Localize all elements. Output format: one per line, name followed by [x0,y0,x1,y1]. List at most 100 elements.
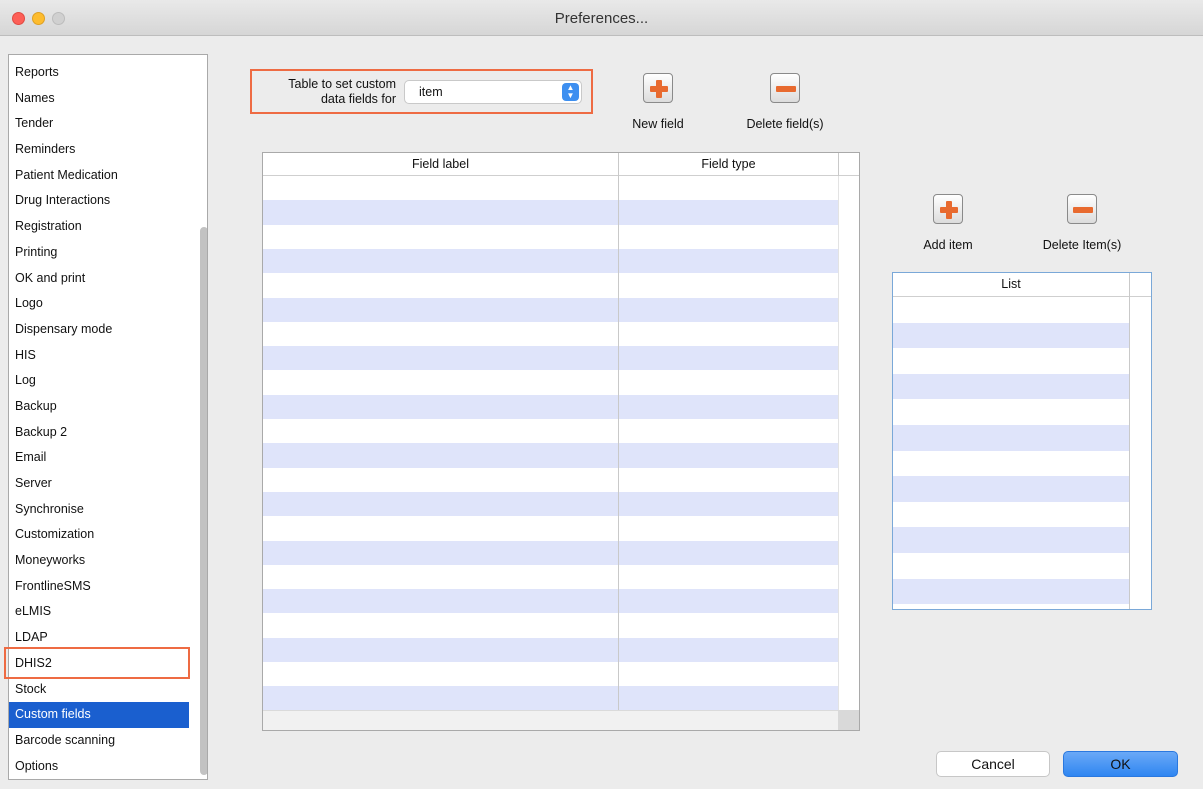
preferences-sidebar[interactable]: QuotesReportsNamesTenderRemindersPatient… [8,54,208,780]
table-row[interactable] [263,225,838,249]
sidebar-item[interactable]: Patient Medication [9,163,189,189]
sidebar-item[interactable]: Reminders [9,137,189,163]
delete-field-label: Delete field(s) [746,117,824,131]
sidebar-item[interactable]: Stock [9,677,189,703]
list-row[interactable] [893,297,1129,323]
sidebar-item[interactable]: LDAP [9,625,189,651]
sidebar-item[interactable]: Backup 2 [9,420,189,446]
new-field-label: New field [632,117,684,131]
list-row[interactable] [893,527,1129,553]
delete-item-button[interactable]: Delete Item(s) [1024,194,1140,252]
sidebar-item[interactable]: Dispensary mode [9,317,189,343]
column-header-list[interactable]: List [893,277,1129,291]
sidebar-item[interactable]: Log [9,368,189,394]
scroll-corner [838,710,859,730]
sidebar-item[interactable]: Customization [9,522,189,548]
table-select-dropdown[interactable]: item ▲ ▼ [404,80,582,104]
sidebar-scrollbar[interactable] [200,227,207,775]
chevron-updown-icon: ▲ ▼ [562,83,579,101]
sidebar-item[interactable]: Backup [9,394,189,420]
list-items-table[interactable]: List [892,272,1152,610]
sidebar-item[interactable]: eLMIS [9,599,189,625]
table-row[interactable] [263,273,838,297]
table-row[interactable] [263,346,838,371]
list-row[interactable] [893,373,1129,400]
table-row[interactable] [263,419,838,443]
vertical-scrollbar[interactable] [838,176,859,710]
column-divider [618,153,619,710]
title-bar: Preferences... [0,0,1203,36]
minus-icon [770,73,800,103]
delete-field-button[interactable]: Delete field(s) [730,73,840,131]
list-header: List [893,273,1151,297]
sidebar-item[interactable]: Email [9,445,189,471]
sidebar-item[interactable]: Printing [9,240,189,266]
window-title: Preferences... [554,10,649,27]
horizontal-scrollbar[interactable] [263,710,838,730]
table-select-value: item [419,85,443,99]
new-field-button[interactable]: New field [618,73,698,131]
sidebar-item[interactable]: FrontlineSMS [9,574,189,600]
custom-fields-table[interactable]: Field label Field type [262,152,860,731]
table-select-group: Table to set custom data fields for item… [250,69,593,114]
list-row[interactable] [893,502,1129,528]
column-header-field-label[interactable]: Field label [263,157,618,171]
table-row[interactable] [263,443,838,468]
table-header: Field label Field type [263,153,859,176]
table-row[interactable] [263,686,838,711]
plus-icon [643,73,673,103]
add-item-label: Add item [923,238,973,252]
minus-icon [1067,194,1097,224]
table-row[interactable] [263,637,838,662]
sidebar-item[interactable]: Server [9,471,189,497]
column-divider [1129,273,1130,609]
sidebar-item[interactable]: DHIS2 [9,651,189,677]
list-row[interactable] [893,425,1129,451]
add-item-button[interactable]: Add item [908,194,988,252]
table-row[interactable] [263,540,838,565]
column-header-field-type[interactable]: Field type [619,157,838,171]
list-row[interactable] [893,322,1129,349]
sidebar-item[interactable]: Tender [9,111,189,137]
sidebar-item[interactable]: Moneyworks [9,548,189,574]
table-row[interactable] [263,248,838,274]
table-select-label-line1: Table to set custom [288,77,396,91]
table-row[interactable] [263,491,838,517]
list-row[interactable] [893,399,1129,425]
delete-item-label: Delete Item(s) [1042,238,1122,252]
list-row[interactable] [893,451,1129,477]
list-row[interactable] [893,578,1129,605]
sidebar-item[interactable]: Reports [9,60,189,86]
list-row[interactable] [893,553,1129,579]
ok-button[interactable]: OK [1063,751,1178,777]
sidebar-item[interactable]: Options [9,754,189,779]
table-row[interactable] [263,322,838,346]
cancel-button[interactable]: Cancel [936,751,1050,777]
table-row[interactable] [263,589,838,614]
table-row[interactable] [263,613,838,637]
sidebar-item[interactable]: Synchronise [9,497,189,523]
plus-icon [933,194,963,224]
table-row[interactable] [263,394,838,419]
sidebar-item[interactable]: Logo [9,291,189,317]
sidebar-item[interactable]: Barcode scanning [9,728,189,754]
table-row[interactable] [263,297,838,322]
sidebar-item[interactable]: Drug Interactions [9,188,189,214]
table-row[interactable] [263,176,838,200]
sidebar-item[interactable]: Registration [9,214,189,240]
sidebar-item[interactable]: Custom fields [9,702,189,728]
table-row[interactable] [263,662,838,686]
table-row[interactable] [263,370,838,394]
sidebar-item[interactable]: Names [9,86,189,112]
sidebar-item[interactable]: OK and print [9,266,189,292]
table-row[interactable] [263,565,838,589]
list-row[interactable] [893,476,1129,502]
table-row[interactable] [263,468,838,492]
column-divider [838,153,839,176]
sidebar-list: QuotesReportsNamesTenderRemindersPatient… [9,55,189,779]
table-row[interactable] [263,200,838,225]
table-row[interactable] [263,516,838,540]
list-row[interactable] [893,348,1129,374]
table-select-label: Table to set custom data fields for [258,77,396,107]
sidebar-item[interactable]: HIS [9,343,189,369]
